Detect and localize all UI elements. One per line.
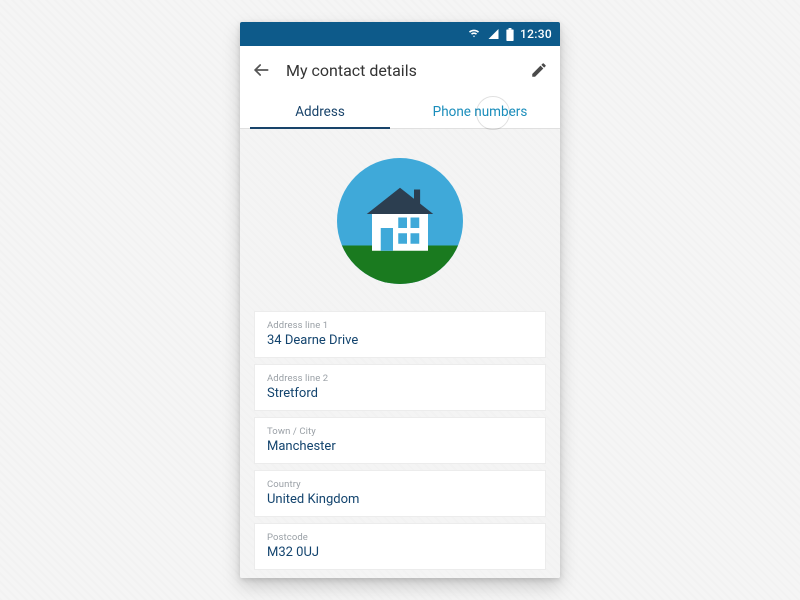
field-town-city[interactable]: Town / City Manchester: [254, 417, 546, 464]
tabs: Address Phone numbers: [240, 94, 560, 129]
address-fields: Address line 1 34 Dearne Drive Address l…: [254, 311, 546, 570]
field-postcode[interactable]: Postcode M32 0UJ: [254, 523, 546, 570]
tab-address-label: Address: [295, 104, 345, 120]
field-value: Stretford: [267, 386, 533, 401]
field-label: Postcode: [267, 532, 533, 543]
tab-phone-label: Phone numbers: [433, 104, 528, 120]
tab-phone-numbers[interactable]: Phone numbers: [400, 94, 560, 128]
field-value: 34 Dearne Drive: [267, 333, 533, 348]
field-label: Country: [267, 479, 533, 490]
wifi-icon: [467, 28, 481, 40]
field-label: Address line 1: [267, 320, 533, 331]
status-bar: 12:30: [240, 22, 560, 46]
field-country[interactable]: Country United Kingdom: [254, 470, 546, 517]
status-time: 12:30: [520, 27, 552, 41]
field-label: Town / City: [267, 426, 533, 437]
app-bar: My contact details: [240, 46, 560, 94]
back-button[interactable]: [250, 59, 272, 81]
signal-icon: [487, 28, 500, 40]
tab-address[interactable]: Address: [240, 94, 400, 128]
battery-icon: [506, 28, 514, 41]
phone-frame: 12:30 My contact details Address Phone n…: [240, 22, 560, 578]
edit-button[interactable]: [528, 59, 550, 81]
field-address-line-1[interactable]: Address line 1 34 Dearne Drive: [254, 311, 546, 358]
page-title: My contact details: [286, 61, 514, 80]
field-value: United Kingdom: [267, 492, 533, 507]
house-illustration-icon: [330, 151, 470, 295]
field-value: M32 0UJ: [267, 545, 533, 560]
field-label: Address line 2: [267, 373, 533, 384]
content-area: Address line 1 34 Dearne Drive Address l…: [240, 129, 560, 578]
field-address-line-2[interactable]: Address line 2 Stretford: [254, 364, 546, 411]
field-value: Manchester: [267, 439, 533, 454]
